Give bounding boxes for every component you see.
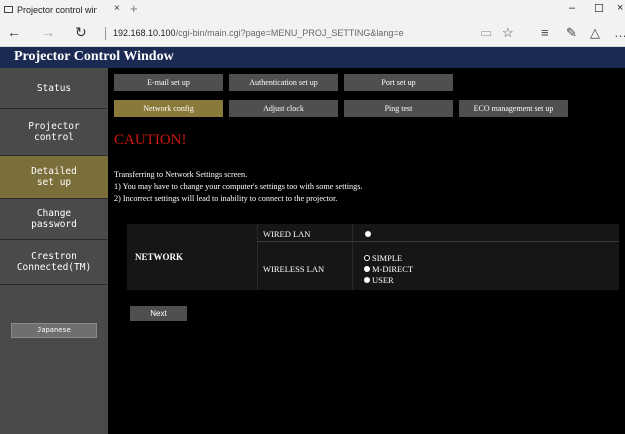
message-line-1: Transferring to Network Settings screen. [114, 170, 248, 179]
note-icon[interactable]: ✎ [566, 25, 577, 41]
app-header: Projector Control Window [0, 47, 625, 68]
sidebar-item-label: Projector [28, 121, 80, 132]
address-separator [105, 27, 106, 40]
share-icon[interactable]: △ [590, 25, 600, 41]
tab-title: Projector control window [17, 4, 97, 15]
message-line-3: 2) Incorrect settings will lead to inabi… [114, 194, 338, 203]
option-label: USER [372, 275, 394, 285]
forward-icon[interactable]: → [41, 24, 55, 40]
favorite-icon[interactable]: ☆ [502, 25, 514, 41]
reading-view-icon[interactable]: ▭ [480, 25, 492, 41]
radio-icon [364, 266, 370, 272]
window-close-icon[interactable]: × [617, 2, 623, 14]
browser-tab-bar: Projector control window × + – ☐ × [0, 0, 625, 19]
radio-filled-icon [365, 231, 371, 237]
japanese-button[interactable]: Japanese [11, 323, 97, 338]
sidebar-item-label: Crestron [31, 251, 77, 262]
next-button[interactable]: Next [130, 306, 187, 321]
page-icon [4, 6, 13, 13]
radio-m-direct[interactable]: M-DIRECT [364, 264, 413, 274]
tab-email-setup[interactable]: E-mail set up [114, 74, 223, 91]
table-row-divider [257, 241, 619, 242]
option-label: SIMPLE [372, 253, 403, 263]
browser-tab[interactable]: Projector control window [0, 0, 108, 19]
address-bar: ← → ↻ 192.168.10.100/cgi-bin/main.cgi?pa… [0, 19, 625, 47]
page-title: Projector Control Window [14, 49, 174, 64]
tab-network-config[interactable]: Network config [114, 100, 223, 117]
sidebar-item-label-2: set up [36, 177, 72, 188]
tab-ping-test[interactable]: Ping test [344, 100, 453, 117]
wired-lan-radio[interactable] [365, 231, 371, 237]
radio-selected-icon [364, 255, 370, 261]
hub-icon[interactable]: ≡ [541, 25, 549, 40]
sidebar-item-projector-control[interactable]: Projector control [0, 109, 108, 156]
tab-port-setup[interactable]: Port set up [344, 74, 453, 91]
radio-icon [364, 277, 370, 283]
tab-close-icon[interactable]: × [114, 3, 120, 14]
sidebar: Status Projector control Detailed set up… [0, 68, 108, 434]
sidebar-item-label-2: control [33, 132, 75, 143]
back-icon[interactable]: ← [7, 24, 21, 40]
sidebar-item-label-2: Connected(TM) [16, 262, 92, 273]
tab-authentication-setup[interactable]: Authentication set up [229, 74, 338, 91]
caution-heading: CAUTION! [114, 132, 187, 148]
more-icon[interactable]: … [614, 25, 625, 40]
sidebar-item-label-2: password [31, 219, 77, 230]
new-tab-icon[interactable]: + [130, 1, 138, 16]
sidebar-item-label: Status [36, 82, 72, 94]
tab-adjust-clock[interactable]: Adjust clock [229, 100, 338, 117]
message-line-2: 1) You may have to change your computer'… [114, 182, 363, 191]
minimize-icon[interactable]: – [569, 2, 575, 14]
tab-eco-management[interactable]: ECO management set up [459, 100, 568, 117]
sidebar-item-detailed-setup[interactable]: Detailed set up [0, 156, 108, 199]
network-label: NETWORK [135, 252, 184, 262]
network-table: NETWORK WIRED LAN WIRELESS LAN SIMPLE M-… [127, 224, 619, 290]
radio-user[interactable]: USER [364, 275, 394, 285]
sidebar-item-status[interactable]: Status [0, 68, 108, 109]
radio-simple[interactable]: SIMPLE [364, 253, 402, 263]
table-divider [257, 224, 258, 290]
url-host: 192.168.10.100 [113, 28, 176, 38]
sidebar-item-label: Change [36, 208, 72, 219]
sidebar-item-crestron[interactable]: Crestron Connected(TM) [0, 240, 108, 285]
maximize-icon[interactable]: ☐ [594, 2, 604, 15]
url-path: /cgi-bin/main.cgi?page=MENU_PROJ_SETTING… [175, 28, 404, 38]
wired-lan-label: WIRED LAN [263, 229, 311, 239]
table-divider [352, 224, 353, 290]
wireless-lan-label: WIRELESS LAN [263, 264, 325, 274]
sidebar-item-label: Detailed [31, 166, 77, 177]
url-field[interactable]: 192.168.10.100/cgi-bin/main.cgi?page=MEN… [113, 28, 404, 38]
sidebar-item-change-password[interactable]: Change password [0, 199, 108, 240]
option-label: M-DIRECT [372, 264, 414, 274]
refresh-icon[interactable]: ↻ [75, 24, 87, 41]
